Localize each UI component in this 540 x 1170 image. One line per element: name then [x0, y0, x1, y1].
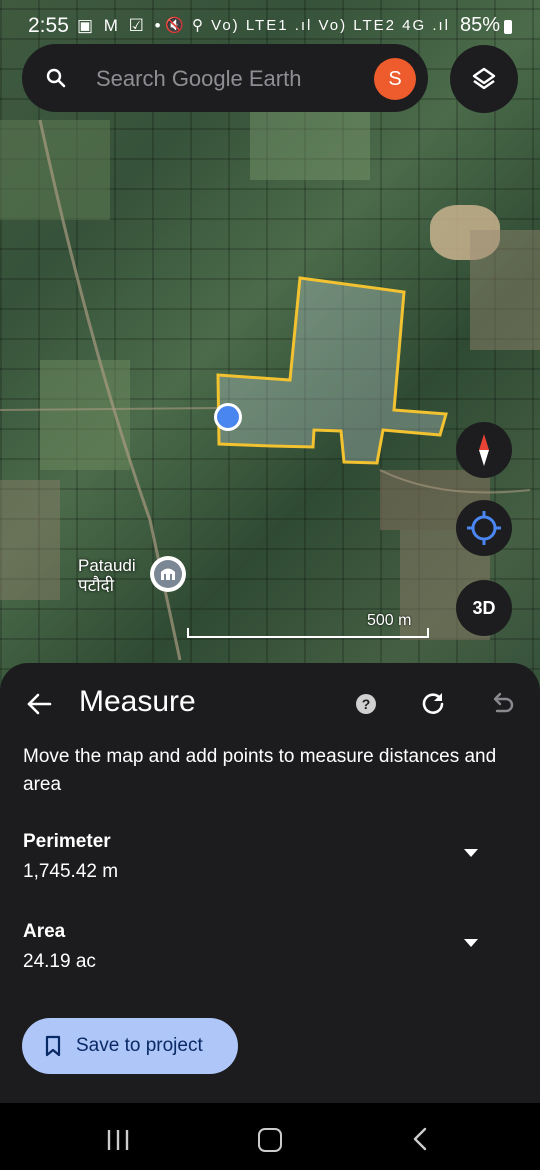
road-line: [0, 407, 221, 411]
system-nav-bar: [0, 1103, 540, 1170]
search-bar[interactable]: Search Google Earth S: [22, 44, 428, 112]
redo-icon[interactable]: [420, 690, 446, 716]
area-row[interactable]: Area 24.19 ac: [23, 921, 513, 973]
mosque-pin-icon[interactable]: [150, 556, 186, 592]
back-nav-icon[interactable]: [412, 1127, 428, 1151]
place-name-local: पटौदी: [78, 576, 115, 595]
layers-icon: [472, 67, 496, 90]
undo-icon[interactable]: [488, 690, 514, 716]
back-arrow-icon[interactable]: [24, 689, 54, 719]
measure-panel: Measure ? Move the map and add points to…: [0, 663, 540, 1103]
status-time: 2:55: [28, 14, 69, 37]
place-label[interactable]: Pataudi पटौदी: [78, 556, 136, 596]
perimeter-row[interactable]: Perimeter 1,745.42 m: [23, 831, 513, 883]
crosshair-icon: [467, 511, 501, 545]
home-icon[interactable]: [258, 1128, 282, 1152]
place-name: Pataudi: [78, 556, 136, 575]
bookmark-icon: [45, 1035, 61, 1057]
perimeter-value: 1,745.42 m: [23, 861, 119, 882]
layers-button[interactable]: [450, 45, 518, 113]
scale-bar: [187, 628, 429, 638]
battery-level: 85%: [459, 14, 500, 36]
search-icon: [46, 68, 66, 88]
measure-point[interactable]: [214, 403, 242, 431]
panel-title: Measure: [79, 685, 196, 718]
battery-icon: [504, 20, 512, 34]
chevron-down-icon[interactable]: [464, 939, 478, 947]
avatar[interactable]: S: [374, 58, 416, 100]
area-label: Area: [23, 921, 66, 942]
save-button-label: Save to project: [76, 1035, 203, 1056]
save-to-project-button[interactable]: Save to project: [22, 1018, 238, 1074]
my-location-button[interactable]: [456, 500, 512, 556]
perimeter-label: Perimeter: [23, 831, 111, 852]
chevron-down-icon[interactable]: [464, 849, 478, 857]
compass-icon: [479, 434, 489, 466]
3d-toggle-button[interactable]: 3D: [456, 580, 512, 636]
signal-icons: 🔇 ⚲ Vo) LTE1 .ıl Vo) LTE2 4G .ıl: [165, 17, 450, 34]
search-input[interactable]: Search Google Earth: [96, 66, 301, 92]
status-bar: 2:55 ▣ M ☑ • 🔇 ⚲ Vo) LTE1 .ıl Vo) LTE2 4…: [0, 0, 540, 50]
instructions-text: Move the map and add points to measure d…: [23, 746, 497, 795]
compass-button[interactable]: [456, 422, 512, 478]
help-icon[interactable]: ?: [356, 694, 376, 714]
area-value: 24.19 ac: [23, 951, 96, 972]
notification-icons: ▣ M ☑ •: [77, 16, 164, 35]
measure-polygon: [216, 276, 448, 465]
recent-apps-icon[interactable]: [106, 1129, 130, 1151]
